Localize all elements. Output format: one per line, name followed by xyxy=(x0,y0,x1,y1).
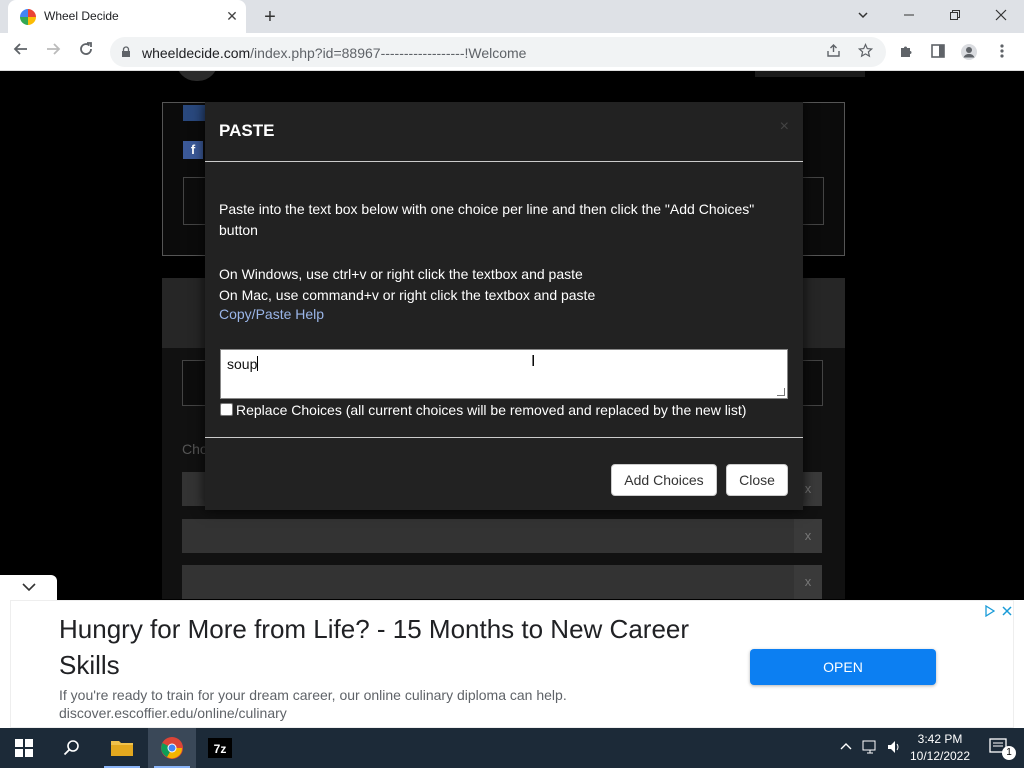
site-logo xyxy=(176,71,218,81)
profile-avatar-icon[interactable] xyxy=(960,43,978,61)
search-icon xyxy=(63,740,79,756)
choices-label: Cho xyxy=(182,441,208,457)
replace-choices-checkbox[interactable] xyxy=(220,403,233,416)
volume-icon[interactable] xyxy=(886,739,902,758)
new-tab-button[interactable]: + xyxy=(258,5,282,29)
url-text[interactable]: wheeldecide.com/index.php?id=88967------… xyxy=(142,45,526,61)
back-arrow-icon[interactable] xyxy=(10,41,32,63)
7zip-taskbar-button[interactable]: 7z xyxy=(196,728,244,768)
page-top-button xyxy=(755,71,865,77)
lock-icon[interactable] xyxy=(120,45,132,57)
taskbar-clock[interactable]: 3:42 PM 10/12/2022 xyxy=(908,731,972,765)
choice-input xyxy=(182,519,794,553)
remove-choice-button: x xyxy=(794,519,822,553)
wheel-favicon-icon xyxy=(20,9,36,25)
show-hidden-icons-icon[interactable] xyxy=(840,739,852,754)
resize-grip-icon[interactable] xyxy=(777,388,785,396)
facebook-like-icon xyxy=(183,105,205,121)
windows-taskbar: 7z 3:42 PM 10/12/2022 1 xyxy=(0,728,1024,768)
chrome-icon xyxy=(161,737,183,759)
folder-icon xyxy=(111,741,133,756)
bookmark-star-icon[interactable] xyxy=(856,43,874,61)
modal-close-icon[interactable]: × xyxy=(780,118,789,136)
ad-display-url[interactable]: discover.escoffier.edu/online/culinary xyxy=(59,705,287,721)
ad-description[interactable]: If you're ready to train for your dream … xyxy=(59,687,567,703)
replace-choices-label[interactable]: Replace Choices (all current choices wil… xyxy=(236,402,746,418)
chrome-menu-icon[interactable] xyxy=(993,43,1011,61)
divider xyxy=(205,161,803,162)
tab-search-chevron-icon[interactable] xyxy=(849,5,877,27)
choice-input xyxy=(182,565,794,599)
textarea-value: soup xyxy=(227,356,258,372)
reload-icon[interactable] xyxy=(75,41,97,63)
tab-title: Wheel Decide xyxy=(44,9,119,23)
address-bar[interactable]: wheeldecide.com/index.php?id=88967------… xyxy=(110,37,886,67)
chevron-down-icon xyxy=(21,583,36,592)
7zip-icon: 7z xyxy=(208,738,232,758)
tab-strip: Wheel Decide ✕ + xyxy=(0,0,1024,33)
mac-hint: On Mac, use command+v or right click the… xyxy=(219,287,596,303)
chrome-taskbar-button[interactable] xyxy=(148,728,196,768)
windows-logo-icon xyxy=(15,739,33,757)
extensions-puzzle-icon[interactable] xyxy=(897,43,915,61)
ad-open-button[interactable]: OPEN xyxy=(750,649,936,685)
paste-modal: PASTE × Paste into the text box below wi… xyxy=(205,102,803,510)
modal-title: PASTE xyxy=(219,121,275,140)
windows-hint: On Windows, use ctrl+v or right click th… xyxy=(219,266,583,282)
adchoices-icon[interactable] xyxy=(983,604,997,619)
ad-close-icon[interactable] xyxy=(1000,605,1014,619)
add-choices-button[interactable]: Add Choices xyxy=(611,464,717,496)
share-icon[interactable] xyxy=(824,43,842,61)
paste-instructions: Paste into the text box below with one c… xyxy=(219,201,755,238)
clock-time: 3:42 PM xyxy=(917,732,963,746)
ad-content[interactable]: Hungry for More from Life? - 15 Months t… xyxy=(10,600,1014,728)
close-button[interactable]: Close xyxy=(726,464,788,496)
start-button[interactable] xyxy=(0,728,48,768)
side-panel-icon[interactable] xyxy=(929,43,947,61)
browser-tab[interactable]: Wheel Decide ✕ xyxy=(8,0,246,33)
ad-headline[interactable]: Hungry for More from Life? - 15 Months t… xyxy=(59,611,719,683)
ibeam-cursor-icon: I xyxy=(531,353,536,370)
window-close-icon[interactable] xyxy=(987,5,1015,27)
divider xyxy=(205,437,803,438)
facebook-share-icon: f xyxy=(183,141,203,159)
search-button[interactable] xyxy=(48,728,96,768)
forward-arrow-icon[interactable] xyxy=(42,41,64,63)
clock-date: 10/12/2022 xyxy=(909,749,971,763)
ad-collapse-button[interactable] xyxy=(0,575,57,600)
notification-count: 1 xyxy=(1002,746,1016,760)
remove-choice-button: x xyxy=(794,565,822,599)
browser-toolbar: wheeldecide.com/index.php?id=88967------… xyxy=(0,33,1024,71)
minimize-icon[interactable] xyxy=(895,5,923,27)
paste-textarea[interactable]: soup xyxy=(220,349,788,399)
restore-icon[interactable] xyxy=(941,5,969,27)
file-explorer-button[interactable] xyxy=(98,728,146,768)
action-center-button[interactable]: 1 xyxy=(976,728,1024,768)
svg-text:7z: 7z xyxy=(214,742,227,756)
ad-banner: Hungry for More from Life? - 15 Months t… xyxy=(0,600,1024,728)
tab-close-icon[interactable]: ✕ xyxy=(224,8,240,24)
network-icon[interactable] xyxy=(862,739,880,758)
copy-paste-help-link[interactable]: Copy/Paste Help xyxy=(219,306,324,322)
text-caret xyxy=(257,356,259,371)
